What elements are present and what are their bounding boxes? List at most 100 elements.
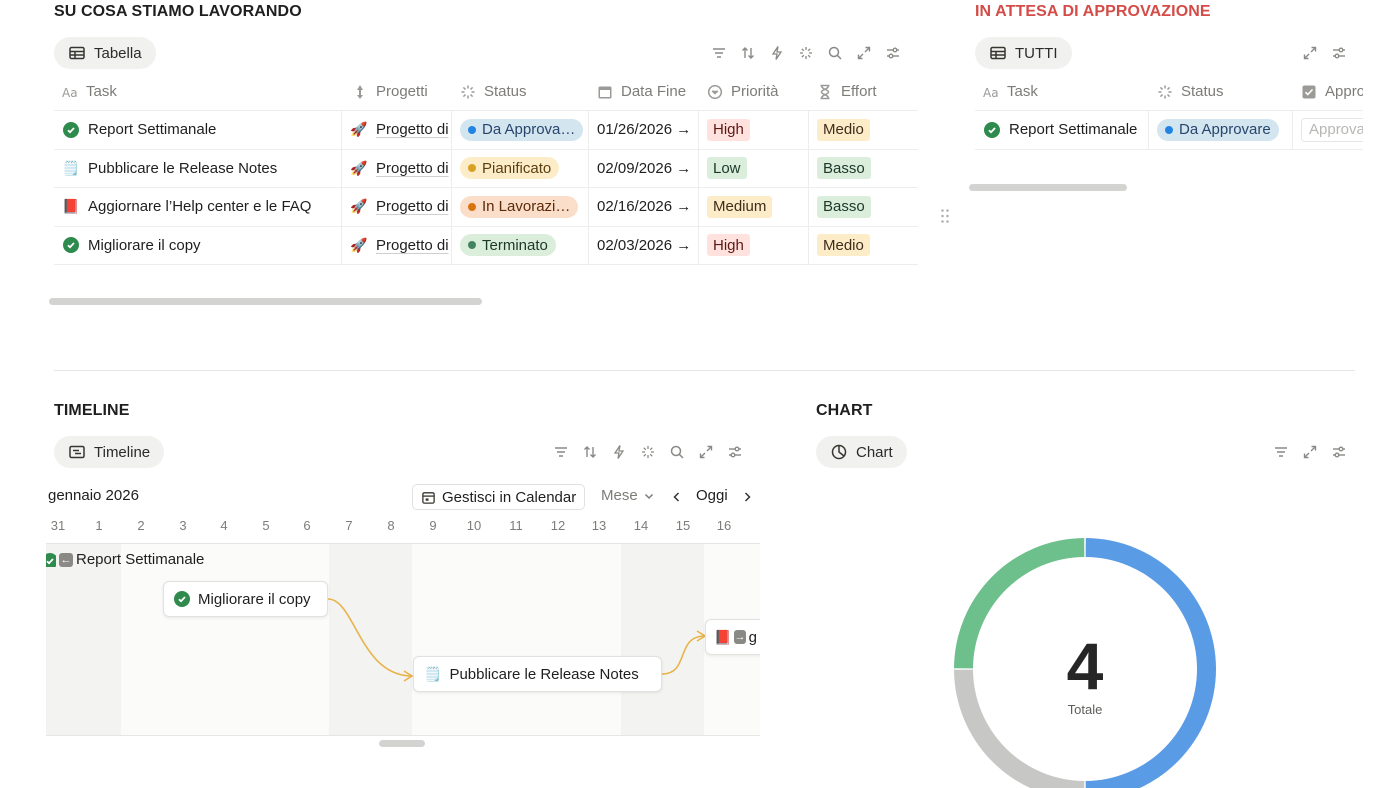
expand-icon[interactable] [1302, 444, 1318, 460]
timeline-item-report[interactable]: ← Report Settimanale [46, 551, 204, 568]
sort-icon[interactable] [582, 444, 598, 460]
expand-icon[interactable] [1302, 45, 1318, 61]
section-title-pending-approval: IN ATTESA DI APPROVAZIONE [975, 3, 1211, 20]
priority-cell[interactable]: Low [699, 149, 809, 187]
settings-sliders-icon[interactable] [727, 444, 743, 460]
day-label: 12 [550, 518, 566, 533]
filter-icon[interactable] [1273, 444, 1289, 460]
column-due-date[interactable]: Data Fine [589, 73, 699, 110]
status-cell[interactable]: Da Approvare [1149, 111, 1293, 149]
timeline-item-copy[interactable]: Migliorare il copy [163, 581, 328, 617]
priority-tag: Low [707, 157, 747, 180]
approve-button[interactable]: Approva [1301, 117, 1363, 142]
chart-total-caption: Totale [1068, 702, 1103, 717]
effort-cell[interactable]: Basso [809, 188, 918, 226]
project-cell[interactable]: 🚀 Progetto di [342, 149, 452, 187]
chevron-left-icon[interactable] [671, 490, 683, 502]
approval-toolbar [1302, 45, 1347, 61]
text-type-icon: Aa [62, 86, 78, 100]
weekend-column [621, 544, 704, 735]
table-row[interactable]: Report Settimanale 🚀 Progetto di Da Appr… [54, 111, 918, 150]
timeline-clip-mask [760, 610, 772, 670]
arrow-left-icon: ← [59, 552, 73, 567]
date-cell[interactable]: 02/09/2026 → [589, 149, 699, 187]
column-approve[interactable]: Appro [1293, 73, 1363, 110]
status-tag: Pianificato [460, 157, 560, 180]
timeline-grid [46, 543, 760, 736]
spark-icon[interactable] [640, 444, 656, 460]
status-cell[interactable]: Terminato [452, 226, 589, 264]
view-tab-table[interactable]: Tabella [54, 37, 156, 69]
settings-sliders-icon[interactable] [1331, 444, 1347, 460]
column-task[interactable]: Aa Task [975, 73, 1149, 110]
effort-cell[interactable]: Medio [809, 111, 918, 149]
status-cell[interactable]: Pianificato [452, 149, 589, 187]
effort-cell[interactable]: Medio [809, 227, 918, 265]
automation-bolt-icon[interactable] [769, 45, 785, 61]
task-cell[interactable]: 🗒️ Pubblicare le Release Notes [54, 149, 342, 187]
donut-slice[interactable] [954, 669, 1085, 788]
effort-cell[interactable]: Basso [809, 150, 918, 188]
view-tab-timeline[interactable]: Timeline [54, 436, 165, 468]
today-button[interactable]: Oggi [696, 487, 728, 504]
filter-icon[interactable] [711, 45, 727, 61]
column-task[interactable]: Aa Task [54, 73, 342, 110]
donut-slice[interactable] [954, 538, 1085, 669]
priority-cell[interactable]: High [699, 226, 809, 264]
priority-cell[interactable]: Medium [699, 188, 809, 226]
donut-slice[interactable] [1085, 538, 1216, 788]
timeline-month: gennaio 2026 [48, 487, 139, 504]
task-cell[interactable]: Report Settimanale [975, 111, 1149, 149]
horizontal-scrollbar[interactable] [969, 184, 1127, 191]
timeline-item-release-notes[interactable]: 🗒️ Pubblicare le Release Notes [413, 656, 662, 692]
automation-bolt-icon[interactable] [611, 444, 627, 460]
approve-cell[interactable]: Approva [1293, 111, 1363, 149]
svg-text:Aa: Aa [983, 86, 999, 100]
table-row[interactable]: 📕 Aggiornare l’Help center e le FAQ 🚀 Pr… [54, 188, 918, 227]
spark-icon[interactable] [798, 45, 814, 61]
column-priority[interactable]: Priorità [699, 73, 809, 110]
settings-sliders-icon[interactable] [885, 45, 901, 61]
column-effort[interactable]: Effort [809, 73, 918, 110]
range-select[interactable]: Mese [601, 487, 655, 504]
status-cell[interactable]: In Lavorazi… [452, 188, 589, 226]
table-icon [990, 46, 1006, 60]
date-cell[interactable]: 01/26/2026 → [589, 111, 699, 149]
sort-icon[interactable] [740, 45, 756, 61]
drag-handle-icon[interactable] [940, 208, 950, 224]
date-cell[interactable]: 02/03/2026 → [589, 226, 699, 264]
search-icon[interactable] [669, 444, 685, 460]
svg-text:Aa: Aa [62, 86, 78, 100]
settings-sliders-icon[interactable] [1331, 45, 1347, 61]
table-row[interactable]: Migliorare il copy 🚀 Progetto di Termina… [54, 226, 918, 265]
status-cell[interactable]: Da Approva… [452, 111, 589, 149]
chevron-right-icon[interactable] [741, 490, 753, 502]
calendar-icon [598, 86, 612, 98]
table-row[interactable]: Report Settimanale Da Approvare Approva [975, 111, 1363, 150]
timeline-item-help-center[interactable]: 📕 → g [705, 619, 765, 655]
filter-icon[interactable] [553, 444, 569, 460]
day-label: 1 [95, 518, 103, 533]
project-cell[interactable]: 🚀 Progetto di [342, 226, 452, 264]
column-status[interactable]: Status [1149, 73, 1293, 110]
project-cell[interactable]: 🚀 Progetto di [342, 111, 452, 149]
table-row[interactable]: 🗒️ Pubblicare le Release Notes 🚀 Progett… [54, 149, 918, 188]
timeline-scrollbar[interactable] [379, 740, 425, 747]
view-tab-chart[interactable]: Chart [816, 436, 907, 468]
search-icon[interactable] [827, 45, 843, 61]
task-cell[interactable]: 📕 Aggiornare l’Help center e le FAQ [54, 188, 342, 226]
column-status[interactable]: Status [452, 73, 589, 110]
horizontal-scrollbar[interactable] [49, 298, 482, 305]
view-tab-all[interactable]: TUTTI [975, 37, 1072, 69]
expand-icon[interactable] [856, 45, 872, 61]
project-cell[interactable]: 🚀 Progetto di [342, 188, 452, 226]
task-cell[interactable]: Report Settimanale [54, 111, 342, 149]
relation-arrow-icon [357, 84, 363, 99]
manage-calendar-button[interactable]: Gestisci in Calendar [412, 484, 586, 510]
priority-cell[interactable]: High [699, 111, 809, 149]
section-title-working: SU COSA STIAMO LAVORANDO [54, 3, 302, 20]
expand-icon[interactable] [698, 444, 714, 460]
column-projects[interactable]: Progetti [342, 73, 452, 110]
task-cell[interactable]: Migliorare il copy [54, 226, 342, 264]
date-cell[interactable]: 02/16/2026 → [589, 188, 699, 226]
